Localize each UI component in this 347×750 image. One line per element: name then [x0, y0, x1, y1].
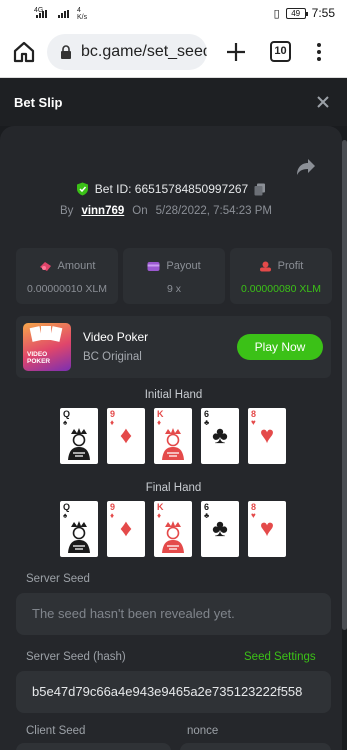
- client-seed-label: Client Seed: [26, 725, 86, 737]
- bet-datetime: 5/28/2022, 7:54:23 PM: [155, 205, 272, 217]
- final-hand-card-1: Q ♠: [60, 501, 98, 557]
- stat-amount: Amount 0.00000010 XLM: [16, 248, 118, 304]
- nonce-field[interactable]: [180, 743, 331, 750]
- status-right: ▯ 49 7:55: [274, 6, 335, 20]
- client-seed-field[interactable]: [16, 743, 171, 750]
- card-suit-icon: ♦: [119, 515, 133, 542]
- final-hand-card-2: 9 ♦ ♦: [107, 501, 145, 557]
- tab-switcher-button[interactable]: 10: [270, 41, 291, 62]
- bet-id-row: Bet ID: 66515784850997267: [0, 182, 342, 196]
- initial-hand-card-1: Q ♠: [60, 408, 98, 464]
- by-label: By: [60, 205, 74, 217]
- initial-hand-card-2: 9 ♦ ♦: [107, 408, 145, 464]
- profit-icon: [259, 261, 271, 271]
- card-suit-icon: ♣: [212, 515, 228, 542]
- server-seed-field: The seed hasn't been revealed yet.: [16, 593, 331, 635]
- game-thumb-text: VIDEO POKER: [27, 351, 51, 365]
- page-title: Bet Slip: [14, 95, 63, 110]
- scrollbar[interactable]: [342, 140, 347, 630]
- network-speed: 4 K/s: [77, 7, 88, 21]
- game-card: VIDEO POKER Video Poker BC Original Play…: [16, 316, 331, 378]
- face-card-icon: [162, 521, 184, 553]
- stat-payout: Payout 9 x: [123, 248, 225, 304]
- face-card-icon: [162, 428, 184, 460]
- share-icon[interactable]: [296, 158, 316, 176]
- copy-icon[interactable]: [254, 183, 266, 196]
- bet-slip-header: Bet Slip: [0, 78, 347, 126]
- battery-icon: 49: [285, 7, 308, 19]
- stat-value: 9 x: [166, 283, 181, 295]
- stat-label: Payout: [166, 260, 201, 272]
- shield-check-icon: [76, 182, 88, 196]
- stat-profit: Profit 0.00000080 XLM: [230, 248, 332, 304]
- game-thumbnail[interactable]: VIDEO POKER: [23, 323, 71, 371]
- amount-icon: [39, 261, 51, 271]
- close-icon[interactable]: [315, 94, 331, 110]
- card-suit-icon: ♣: [212, 422, 228, 449]
- stat-label: Amount: [57, 260, 96, 272]
- bet-meta-row: By vinn769 On 5/28/2022, 7:54:23 PM: [0, 205, 332, 217]
- vibrate-icon: ▯: [273, 7, 280, 20]
- overflow-menu-icon[interactable]: [313, 41, 325, 63]
- status-bar: 4G 4 K/s ▯ 49 7:55: [0, 0, 347, 28]
- face-card-icon: [68, 521, 90, 553]
- browser-toolbar: bc.game/set_seed 10: [0, 28, 347, 78]
- server-seed-hash-label: Server Seed (hash): [26, 651, 126, 663]
- home-icon[interactable]: [12, 40, 36, 64]
- lock-icon: [61, 45, 71, 59]
- final-hand-card-5: 8 ♥ ♥: [248, 501, 286, 557]
- face-card-icon: [68, 428, 90, 460]
- initial-hand-card-3: K ♦: [154, 408, 192, 464]
- signal-icon-2: [58, 10, 72, 18]
- stat-value: 0.00000080 XLM: [241, 283, 321, 295]
- initial-hand-title: Initial Hand: [144, 389, 203, 401]
- stat-value: 0.00000010 XLM: [27, 283, 107, 295]
- username-link[interactable]: vinn769: [81, 205, 124, 217]
- final-hand-title: Final Hand: [145, 482, 202, 494]
- nonce-label: nonce: [187, 725, 219, 737]
- final-hand-card-3: K ♦: [154, 501, 192, 557]
- stat-label: Profit: [277, 260, 304, 272]
- card-suit-icon: ♥: [259, 422, 275, 449]
- initial-hand-card-4: 6 ♣ ♣: [201, 408, 239, 464]
- card-suit-icon: ♥: [259, 515, 275, 542]
- final-hand-card-4: 6 ♣ ♣: [201, 501, 239, 557]
- server-seed-hash-field[interactable]: b5e47d79c66a4e943e9465a2e735123222f558: [16, 671, 331, 713]
- signal-icon-1: [36, 10, 50, 18]
- clock: 7:55: [311, 6, 335, 20]
- play-now-button[interactable]: Play Now: [237, 334, 323, 360]
- game-name: Video Poker: [83, 330, 149, 344]
- seed-settings-link[interactable]: Seed Settings: [244, 651, 316, 663]
- on-label: On: [132, 205, 148, 217]
- new-tab-icon[interactable]: [225, 41, 247, 63]
- url-text: bc.game/set_seed: [81, 43, 207, 60]
- bet-id: Bet ID: 66515784850997267: [94, 182, 249, 196]
- payout-icon: [147, 261, 160, 271]
- game-subtitle: BC Original: [83, 351, 142, 363]
- initial-hand-card-5: 8 ♥ ♥: [248, 408, 286, 464]
- address-bar[interactable]: bc.game/set_seed: [47, 34, 207, 70]
- card-suit-icon: ♦: [119, 422, 133, 449]
- server-seed-label: Server Seed: [26, 573, 90, 585]
